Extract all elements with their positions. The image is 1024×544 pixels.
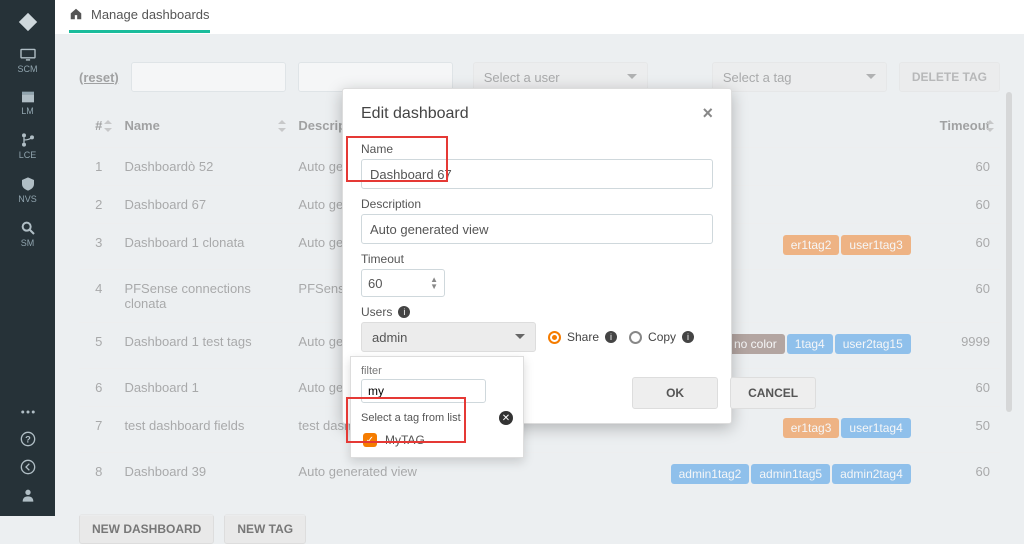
branch-icon — [20, 132, 36, 148]
topbar: Manage dashboards — [55, 0, 1024, 34]
timeout-label: Timeout — [361, 252, 713, 266]
info-icon[interactable]: i — [605, 331, 617, 343]
close-icon[interactable]: × — [702, 103, 713, 124]
arrow-left-icon — [20, 459, 36, 475]
breadcrumb[interactable]: Manage dashboards — [69, 0, 210, 33]
info-icon[interactable]: i — [682, 331, 694, 343]
sidebar-item-back[interactable] — [0, 454, 55, 482]
sidebar-item-lce[interactable]: LCE — [0, 126, 55, 170]
sidebar-item-chat[interactable] — [0, 400, 55, 426]
share-label: Share — [567, 330, 599, 344]
tag-filter-input[interactable] — [361, 379, 486, 403]
sidebar-item-help[interactable]: ? — [0, 426, 55, 454]
sidebar-item-user[interactable] — [0, 482, 55, 510]
ok-button[interactable]: OK — [632, 377, 718, 409]
logo-icon — [14, 8, 42, 36]
tags-dropdown: filter Select a tag from list ✕ ✓ MyTAG — [350, 356, 524, 458]
modal-title: Edit dashboard — [361, 105, 469, 123]
name-label: Name — [361, 142, 713, 156]
share-radio[interactable] — [548, 331, 561, 344]
cancel-button[interactable]: CANCEL — [730, 377, 816, 409]
desc-input[interactable] — [361, 214, 713, 244]
new-tag-button[interactable]: NEW TAG — [224, 514, 306, 544]
box-icon — [20, 90, 36, 104]
user-icon — [20, 487, 36, 503]
help-icon: ? — [20, 431, 36, 447]
sidebar-item-scm[interactable]: SCM — [0, 42, 55, 84]
name-input[interactable] — [361, 159, 713, 189]
search-icon — [20, 220, 36, 236]
users-label: Users — [361, 305, 392, 319]
info-icon[interactable]: i — [398, 306, 410, 318]
svg-text:?: ? — [25, 434, 31, 444]
sidebar-item-sm[interactable]: SM — [0, 214, 55, 258]
desc-label: Description — [361, 197, 713, 211]
users-select[interactable]: admin — [361, 322, 536, 352]
tag-option-mytag[interactable]: ✓ MyTAG — [357, 429, 517, 451]
sidebar-item-lm[interactable]: LM — [0, 84, 55, 126]
sidebar: SCM LM LCE NVS SM ? — [0, 0, 55, 516]
new-dashboard-button[interactable]: NEW DASHBOARD — [79, 514, 214, 544]
checkbox-checked-icon: ✓ — [363, 433, 377, 447]
monitor-icon — [19, 48, 37, 62]
dropdown-header: Select a tag from list — [361, 412, 461, 424]
timeout-input[interactable]: 60▲▼ — [361, 269, 445, 297]
copy-radio[interactable] — [629, 331, 642, 344]
home-icon — [69, 7, 83, 21]
shield-icon — [20, 176, 36, 192]
filter-label: filter — [357, 363, 517, 377]
sidebar-item-nvs[interactable]: NVS — [0, 170, 55, 214]
chat-icon — [19, 405, 37, 419]
page-title: Manage dashboards — [91, 7, 210, 22]
copy-label: Copy — [648, 330, 676, 344]
chevron-down-icon — [515, 334, 525, 344]
clear-icon[interactable]: ✕ — [499, 411, 513, 425]
